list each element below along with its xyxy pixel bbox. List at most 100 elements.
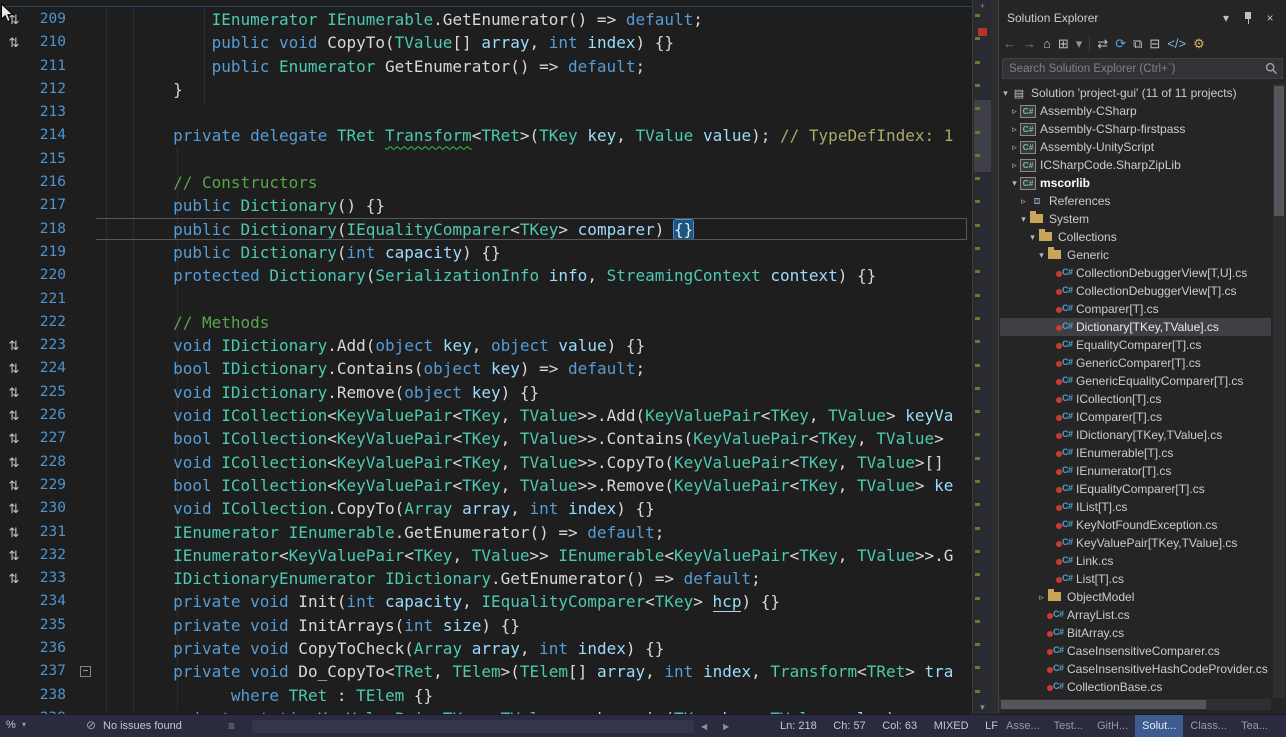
panel-tab[interactable]: Solut...	[1135, 715, 1183, 737]
tree-item[interactable]: C#ArrayList.cs	[1000, 606, 1271, 624]
properties-wrench-icon[interactable]: ⚙	[1193, 36, 1205, 52]
tree-item[interactable]: C#IEqualityComparer[T].cs	[1000, 480, 1271, 498]
search-icon[interactable]	[1265, 62, 1278, 75]
reference-indicator-icon[interactable]: ⇅	[0, 334, 28, 357]
code-line[interactable]: public Enumerator GetEnumerator() => def…	[96, 55, 971, 78]
code-line[interactable]: IEnumerator IEnumerable.GetEnumerator() …	[96, 521, 971, 544]
code-line[interactable]: public void CopyTo(TValue[] array, int i…	[96, 31, 971, 54]
scroll-left-icon[interactable]: ◀	[701, 722, 707, 731]
code-line[interactable]: private void Init(int capacity, IEqualit…	[96, 590, 971, 613]
scroll-down-icon[interactable]: ▼	[973, 703, 991, 712]
tree-item[interactable]: C#IEnumerable[T].cs	[1000, 444, 1271, 462]
horizontal-scrollbar-thumb[interactable]	[252, 720, 694, 733]
tree-item[interactable]: C#CaseInsensitiveComparer.cs	[1000, 642, 1271, 660]
search-input[interactable]	[1002, 58, 1283, 79]
reference-indicator-icon[interactable]: ⇅	[0, 381, 28, 404]
code-line[interactable]: private static KeyValuePair<TKey, TValue…	[96, 707, 971, 714]
tree-item[interactable]: C#IComparer[T].cs	[1000, 408, 1271, 426]
line-number[interactable]: 226	[28, 404, 74, 427]
line-number[interactable]: 233	[28, 567, 74, 590]
line-number[interactable]: 218	[28, 218, 74, 241]
scroll-right-icon[interactable]: ▶	[723, 722, 729, 731]
chevron-expanded-icon[interactable]: ▾	[1000, 88, 1011, 99]
tree-item[interactable]: C#IList[T].cs	[1000, 498, 1271, 516]
line-number[interactable]: 219	[28, 241, 74, 264]
code-line[interactable]: public Dictionary(int capacity) {}	[96, 241, 971, 264]
tree-item[interactable]: C#KeyNotFoundException.cs	[1000, 516, 1271, 534]
reference-indicator-icon[interactable]: ⇅	[0, 31, 28, 54]
tree-item[interactable]: ▹ObjectModel	[1000, 588, 1271, 606]
window-position-icon[interactable]: ▾	[1218, 10, 1234, 26]
tree-item[interactable]: C#BitArray.cs	[1000, 624, 1271, 642]
tree-item[interactable]: C#Comparer[T].cs	[1000, 300, 1271, 318]
refresh-icon[interactable]: ⟳	[1115, 36, 1126, 52]
reference-indicator-icon[interactable]: ⇅	[0, 427, 28, 450]
tree-vertical-scrollbar[interactable]	[1273, 84, 1285, 698]
line-number[interactable]: 220	[28, 264, 74, 287]
code-line[interactable]: public Dictionary(IEqualityComparer<TKey…	[96, 218, 971, 241]
code-line[interactable]: where TRet : TElem {}	[96, 684, 971, 707]
code-line[interactable]: void IDictionary.Remove(object key) {}	[96, 381, 971, 404]
code-line[interactable]: bool ICollection<KeyValuePair<TKey, TVal…	[96, 474, 971, 497]
zoom-control[interactable]: %	[6, 719, 16, 731]
chevron-collapsed-icon[interactable]: ▹	[1009, 124, 1020, 135]
code-line[interactable]: private void InitArrays(int size) {}	[96, 614, 971, 637]
code-content[interactable]: IEnumerator IEnumerable.GetEnumerator() …	[96, 8, 971, 714]
code-line[interactable]: }	[96, 78, 971, 101]
tree-item[interactable]: ▹C#Assembly-CSharp	[1000, 102, 1271, 120]
line-number[interactable]: 239	[28, 707, 74, 714]
line-number[interactable]: 227	[28, 427, 74, 450]
code-line[interactable]	[96, 101, 971, 124]
line-number[interactable]: 237	[28, 660, 74, 683]
tree-item[interactable]: ▹C#Assembly-UnityScript	[1000, 138, 1271, 156]
tree-item[interactable]: C#CollectionDebuggerView[T].cs	[1000, 282, 1271, 300]
code-line[interactable]	[96, 288, 971, 311]
code-editor[interactable]: ⇅⇅⇅⇅⇅⇅⇅⇅⇅⇅⇅⇅⇅ 20921021121221321421521621…	[0, 0, 991, 714]
line-number[interactable]: 238	[28, 684, 74, 707]
code-line[interactable]: public Dictionary() {}	[96, 194, 971, 217]
reference-indicator-icon[interactable]: ⇅	[0, 404, 28, 427]
panel-tab[interactable]: Tea...	[1234, 715, 1275, 737]
tree-item[interactable]: C#CaseInsensitiveHashCodeProvider.cs	[1000, 660, 1271, 678]
code-line[interactable]: void ICollection.CopyTo(Array array, int…	[96, 497, 971, 520]
tree-item[interactable]: C#List[T].cs	[1000, 570, 1271, 588]
tree-item[interactable]: C#Link.cs	[1000, 552, 1271, 570]
line-number[interactable]: 229	[28, 474, 74, 497]
line-number[interactable]: 224	[28, 357, 74, 380]
line-number[interactable]: 211	[28, 55, 74, 78]
tree-item[interactable]: C#IEnumerator[T].cs	[1000, 462, 1271, 480]
code-line[interactable]: void ICollection<KeyValuePair<TKey, TVal…	[96, 451, 971, 474]
chevron-collapsed-icon[interactable]: ▹	[1009, 160, 1020, 171]
reference-indicator-icon[interactable]: ⇅	[0, 451, 28, 474]
code-line[interactable]: IEnumerator<KeyValuePair<TKey, TValue>> …	[96, 544, 971, 567]
code-line[interactable]: IDictionaryEnumerator IDictionary.GetEnu…	[96, 567, 971, 590]
line-number[interactable]: 222	[28, 311, 74, 334]
reference-indicator-icon[interactable]: ⇅	[0, 521, 28, 544]
switch-views-icon[interactable]: ⊞	[1058, 36, 1069, 52]
scrollbar-thumb[interactable]	[1001, 700, 1206, 709]
issues-status-text[interactable]: No issues found	[103, 720, 182, 732]
tree-item[interactable]: ▹C#ICSharpCode.SharpZipLib	[1000, 156, 1271, 174]
code-line[interactable]: // Methods	[96, 311, 971, 334]
chevron-collapsed-icon[interactable]: ▹	[1009, 106, 1020, 117]
pin-icon[interactable]	[1240, 10, 1256, 26]
line-number[interactable]: 216	[28, 171, 74, 194]
line-number[interactable]: 234	[28, 590, 74, 613]
line-number[interactable]: 215	[28, 148, 74, 171]
collapse-all-icon[interactable]: ⊟	[1149, 36, 1160, 52]
chevron-collapsed-icon[interactable]: ▹	[1036, 592, 1047, 603]
panel-tab[interactable]: GitH...	[1090, 715, 1135, 737]
line-number[interactable]: 235	[28, 614, 74, 637]
show-all-files-icon[interactable]: ⧉	[1133, 36, 1142, 52]
line-number[interactable]: 225	[28, 381, 74, 404]
tree-horizontal-scrollbar[interactable]	[999, 699, 1271, 710]
line-number[interactable]: 209	[28, 8, 74, 31]
code-line[interactable]: void ICollection<KeyValuePair<TKey, TVal…	[96, 404, 971, 427]
tree-item[interactable]: C#GenericEqualityComparer[T].cs	[1000, 372, 1271, 390]
code-line[interactable]: bool IDictionary.Contains(object key) =>…	[96, 357, 971, 380]
chevron-expanded-icon[interactable]: ▾	[1018, 214, 1029, 225]
code-line[interactable]: bool ICollection<KeyValuePair<TKey, TVal…	[96, 427, 971, 450]
chevron-collapsed-icon[interactable]: ▹	[1009, 142, 1020, 153]
panel-tab[interactable]: Class...	[1183, 715, 1234, 737]
chevron-collapsed-icon[interactable]: ▹	[1018, 196, 1029, 207]
